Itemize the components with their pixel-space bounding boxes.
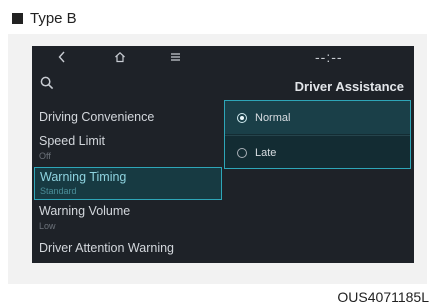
square-bullet-icon [12, 13, 23, 24]
option-label: Late [255, 146, 277, 159]
menu-item-warning-timing[interactable]: Warning Timing Standard [34, 167, 222, 200]
search-icon[interactable] [40, 76, 54, 90]
type-header: Type B [12, 10, 77, 27]
option-late[interactable]: Late [225, 135, 410, 169]
menu-item-label: Warning Timing [40, 170, 127, 184]
clock-text: --:-- [315, 49, 343, 65]
chevron-left-icon[interactable] [58, 51, 66, 66]
menu-item-label: Speed Limit [39, 134, 106, 148]
menu-item-label: Warning Volume [39, 204, 131, 218]
menu-item-driver-attention-warning[interactable]: Driver Attention Warning [32, 238, 222, 260]
option-label: Normal [255, 111, 291, 124]
home-icon[interactable] [114, 51, 126, 66]
type-label: Type B [30, 10, 77, 27]
menu-item-value: Low [39, 221, 56, 231]
menu-item-value: Off [39, 151, 51, 161]
menu-item-speed-limit[interactable]: Speed Limit Off [32, 130, 222, 166]
settings-menu: Driving Convenience Speed Limit Off Warn… [32, 72, 222, 263]
infotainment-screen: --:-- Driving Convenience Speed Limit Of… [32, 46, 414, 263]
hamburger-menu-icon[interactable] [170, 51, 181, 65]
menu-item-label: Driver Attention Warning [39, 241, 175, 255]
radio-unselected-icon[interactable] [237, 147, 247, 158]
menu-item-driving-convenience[interactable]: Driving Convenience [32, 106, 222, 128]
page-title: Driver Assistance [294, 79, 404, 94]
timing-options: Normal Late [224, 100, 411, 169]
menu-item-warning-volume[interactable]: Warning Volume Low [32, 201, 222, 235]
menu-item-value: Standard [40, 186, 77, 196]
figure-code: OUS4071185L [337, 289, 429, 305]
detail-pane: Driver Assistance Normal Late [222, 72, 414, 263]
menu-item-label: Driving Convenience [39, 110, 155, 124]
option-normal[interactable]: Normal [225, 101, 410, 134]
radio-selected-icon[interactable] [237, 112, 247, 123]
top-bar: --:-- [32, 46, 414, 72]
